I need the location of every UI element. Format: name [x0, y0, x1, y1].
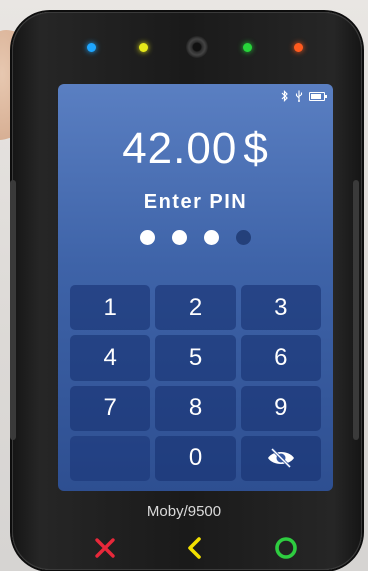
- battery-icon: [309, 91, 327, 101]
- keypad-key-8[interactable]: 8: [155, 385, 236, 431]
- led-green: [243, 43, 252, 52]
- pin-dot-filled: [140, 230, 155, 245]
- x-icon: [95, 538, 115, 558]
- pin-indicator: [58, 230, 333, 245]
- pin-keypad: 123 456 7890: [70, 285, 321, 481]
- keypad-key-9[interactable]: 9: [240, 385, 321, 431]
- keypad-key-2[interactable]: 2: [155, 285, 236, 331]
- amount-display: 42.00 $: [58, 124, 333, 174]
- bluetooth-icon: [281, 90, 288, 102]
- pin-dot-filled: [172, 230, 187, 245]
- keypad-key-6[interactable]: 6: [240, 335, 321, 381]
- circle-icon: [275, 537, 297, 559]
- keypad-key-3[interactable]: 3: [240, 285, 321, 331]
- led-blue: [87, 43, 96, 52]
- cancel-key[interactable]: [92, 535, 118, 561]
- back-key[interactable]: [182, 535, 208, 561]
- keypad-key-5[interactable]: 5: [155, 335, 236, 381]
- left-grip: [10, 180, 16, 440]
- status-bar: [281, 90, 327, 102]
- keypad-key-4[interactable]: 4: [70, 335, 151, 381]
- pin-dot-empty: [236, 230, 251, 245]
- right-grip: [353, 180, 359, 440]
- camera-icon: [186, 36, 208, 58]
- usb-icon: [295, 90, 303, 102]
- led-red: [294, 43, 303, 52]
- currency-symbol: $: [243, 124, 269, 173]
- keypad-blank-key[interactable]: [70, 435, 151, 481]
- pin-prompt: Enter PIN: [143, 191, 248, 213]
- hide-icon: [267, 448, 294, 469]
- led-yellow: [139, 43, 148, 52]
- pin-dot-filled: [204, 230, 219, 245]
- model-label: Moby/9500: [146, 503, 222, 520]
- chevron-left-icon: [188, 537, 201, 559]
- terminal-screen: 42.00 $ Enter PIN 123 456 7890: [58, 84, 333, 491]
- amount-value: 42.00: [122, 124, 238, 173]
- keypad-key-0[interactable]: 0: [155, 435, 236, 481]
- keypad-key-7[interactable]: 7: [70, 385, 151, 431]
- keypad-key-1[interactable]: 1: [70, 285, 151, 331]
- confirm-key[interactable]: [273, 535, 299, 561]
- hide-pin-button[interactable]: [240, 435, 321, 481]
